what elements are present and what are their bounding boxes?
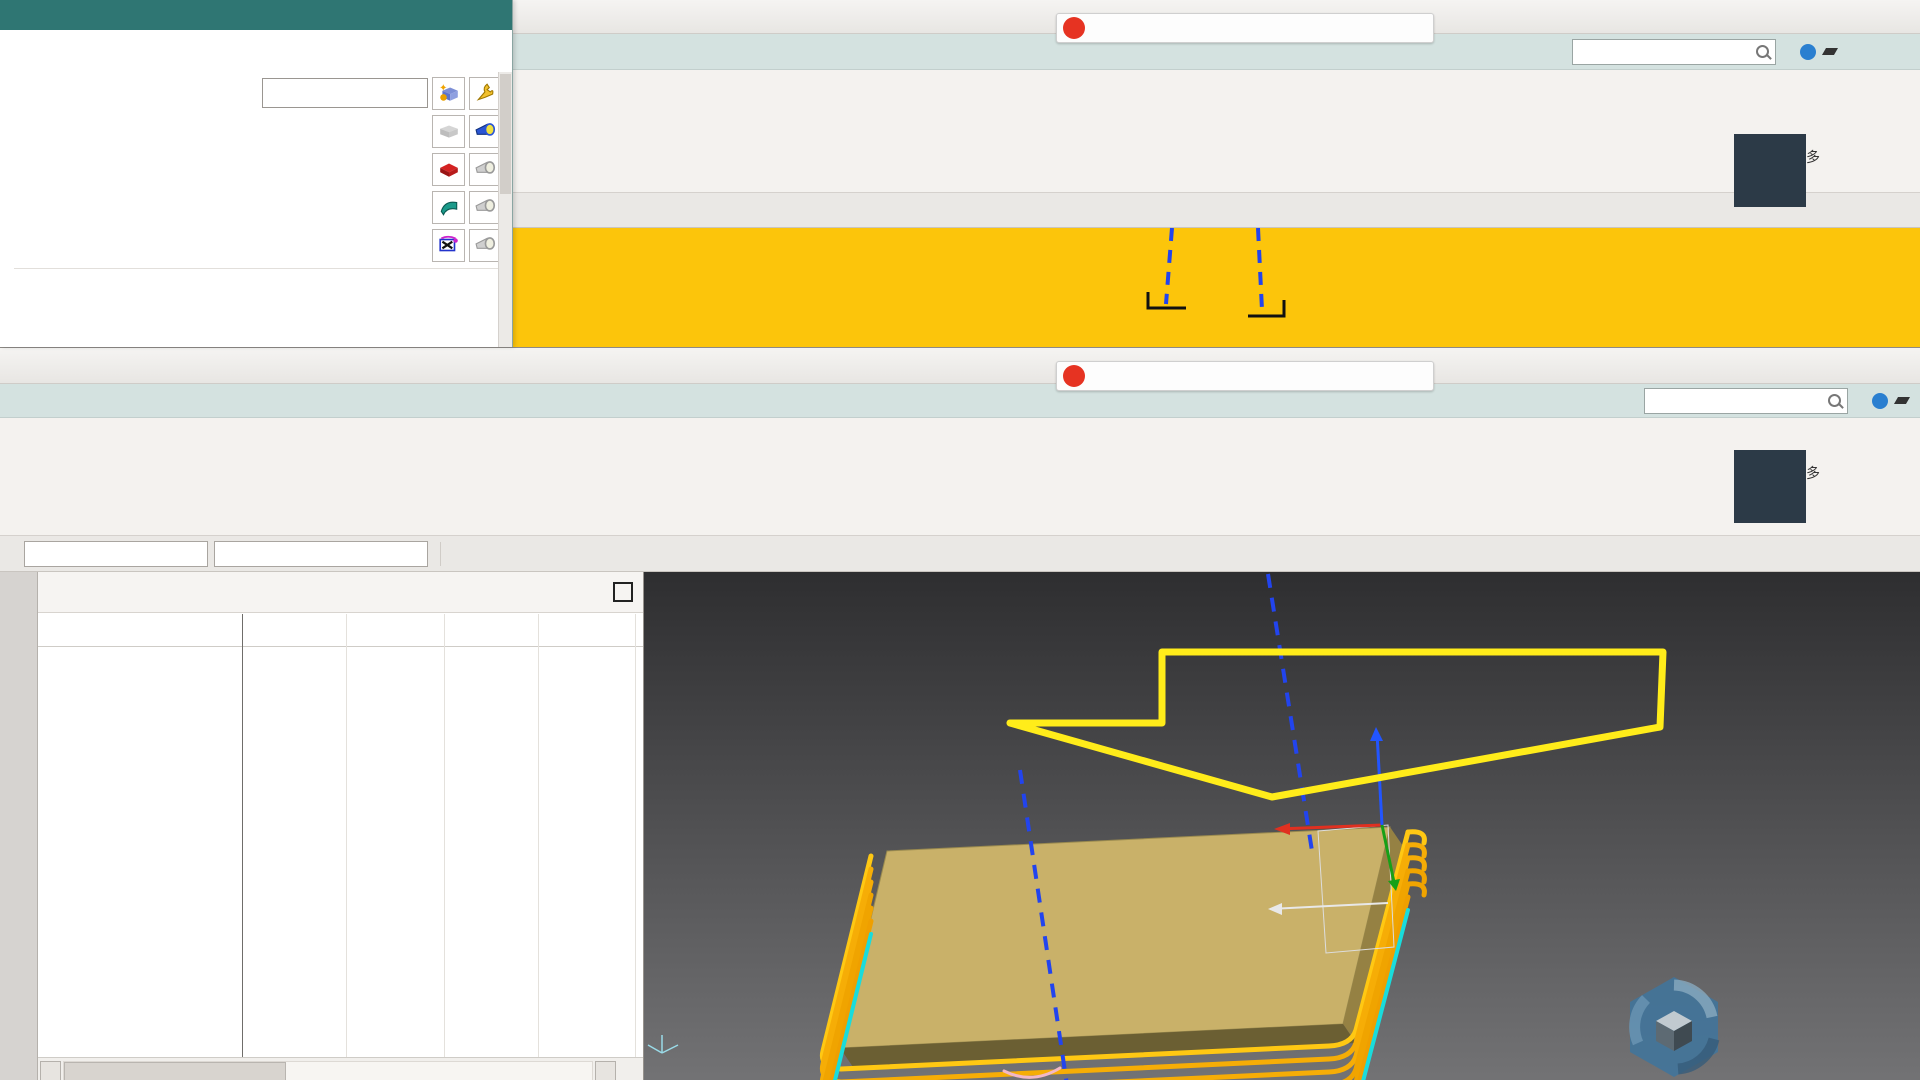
- geometry-row: ✦: [14, 74, 502, 112]
- navigator-rows: [38, 647, 643, 1057]
- view-triad-icon: [648, 1035, 678, 1053]
- specify-trim-boundary-row: [14, 226, 502, 264]
- help-icon[interactable]: [1872, 393, 1888, 409]
- clipped-more-label: 多: [1806, 147, 1820, 167]
- tutorial-button[interactable]: [1896, 397, 1908, 404]
- specify-check-row: [14, 150, 502, 188]
- dialog-titlebar[interactable]: [0, 0, 512, 30]
- navigator-column-header: [38, 613, 643, 647]
- new-geometry-button[interactable]: ✦: [432, 77, 465, 110]
- select-trim-boundary-button[interactable]: [432, 229, 465, 262]
- titlebar-bottom: [0, 348, 1920, 384]
- help-icon[interactable]: [1800, 44, 1816, 60]
- selection-filter-select[interactable]: [24, 541, 208, 567]
- progress-indicator: [1734, 450, 1806, 523]
- watermark-logo-icon: [1630, 977, 1718, 1077]
- sogou-logo-icon[interactable]: [1063, 17, 1085, 39]
- search-icon: [1756, 45, 1769, 58]
- select-cut-area-button[interactable]: [432, 191, 465, 224]
- viewport-scene: [644, 572, 1920, 1080]
- section-geometry[interactable]: [14, 34, 502, 74]
- zlevel-profile-dialog: ✦: [0, 0, 513, 347]
- dialog-scrollbar[interactable]: [498, 72, 512, 347]
- ribbon-bottom: [0, 418, 1920, 536]
- search-input[interactable]: [1651, 392, 1822, 410]
- nx-window-bottom: 多: [0, 347, 1920, 1080]
- workpiece-part[interactable]: [840, 827, 1403, 1067]
- svg-text:✦: ✦: [439, 83, 447, 94]
- geometry-select[interactable]: [262, 78, 428, 108]
- specify-cut-area-row: [14, 188, 502, 226]
- panel-maximize-icon[interactable]: [613, 582, 633, 602]
- scrollbar-thumb[interactable]: [64, 1062, 286, 1080]
- screen: 多: [0, 0, 1920, 1080]
- navigator-hscrollbar[interactable]: [38, 1057, 643, 1080]
- resource-bar: [0, 572, 38, 1080]
- scroll-right-icon[interactable]: [595, 1061, 616, 1080]
- command-search[interactable]: [1644, 388, 1848, 414]
- selection-scope-select[interactable]: [214, 541, 428, 567]
- section-tool[interactable]: [14, 273, 502, 313]
- clipped-more-label: 多: [1806, 463, 1820, 483]
- sogou-input-bar: [1056, 13, 1434, 43]
- command-search[interactable]: [1572, 39, 1776, 65]
- progress-indicator: [1734, 134, 1806, 207]
- search-icon: [1828, 394, 1841, 407]
- selection-toolbar-bottom: [0, 536, 1920, 572]
- select-check-button[interactable]: [432, 153, 465, 186]
- graphics-viewport[interactable]: [644, 572, 1920, 1080]
- operation-navigator-panel: [38, 572, 644, 1080]
- scroll-left-icon[interactable]: [40, 1061, 61, 1080]
- tutorial-button[interactable]: [1824, 48, 1836, 55]
- search-input[interactable]: [1579, 43, 1750, 61]
- sogou-input-bar: [1056, 361, 1434, 391]
- specify-part-row: [14, 112, 502, 150]
- watermark: [1630, 977, 1718, 1077]
- ribbon-tabs-bottom: [0, 384, 1920, 418]
- select-part-button[interactable]: [432, 115, 465, 148]
- annotation-arrow: [1010, 652, 1663, 797]
- sogou-logo-icon[interactable]: [1063, 365, 1085, 387]
